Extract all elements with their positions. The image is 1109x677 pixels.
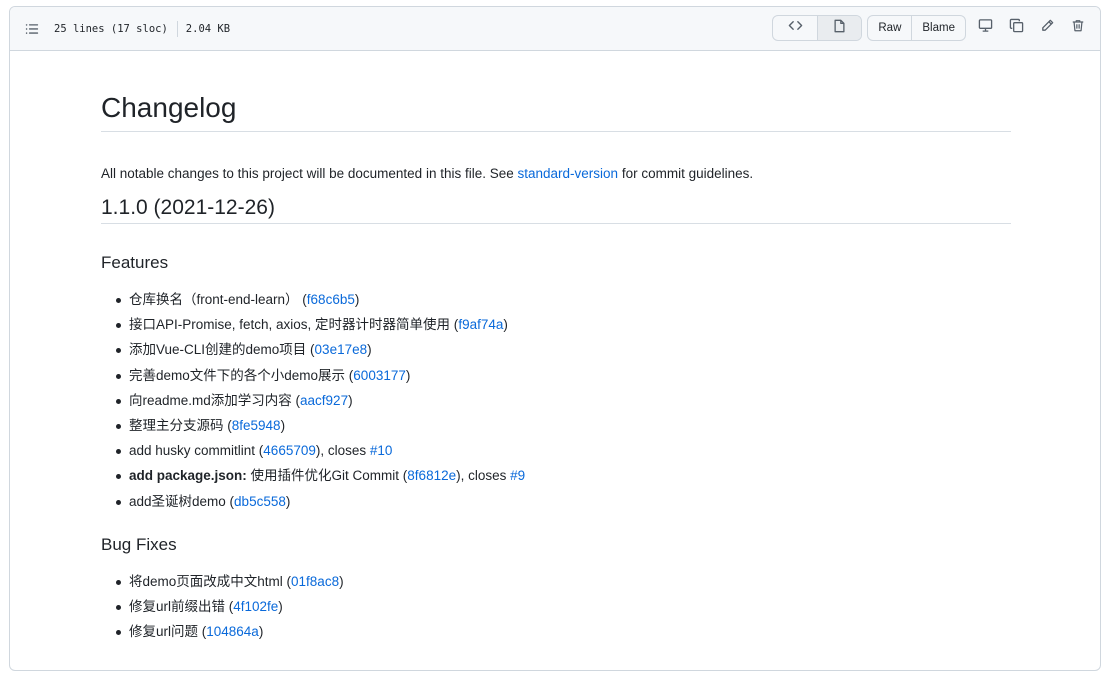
bugfix-text: 修复url前缀出错 ( xyxy=(129,599,234,615)
bullet-icon xyxy=(116,499,121,505)
file-size: 2.04 KB xyxy=(185,22,231,35)
list-item: 修复url前缀出错 (4f102fe) xyxy=(101,594,344,619)
closes-text: ), closes xyxy=(456,468,511,484)
trash-icon xyxy=(1071,18,1085,38)
bullet-icon xyxy=(116,605,121,611)
display-button[interactable] xyxy=(973,16,997,40)
bullet-icon xyxy=(116,449,121,455)
bullet-icon xyxy=(116,348,121,354)
commit-link[interactable]: db5c558 xyxy=(234,494,286,509)
version-heading: 1.1.0 (2021-12-26) xyxy=(101,196,275,219)
code-view-button[interactable] xyxy=(773,16,817,40)
feature-text: 整理主分支源码 ( xyxy=(129,417,232,433)
list-item: 将demo页面改成中文html (01f8ac8) xyxy=(101,569,344,594)
feature-text: 仓库换名（front-end-learn） ( xyxy=(129,292,307,307)
bugfix-heading: Bug Fixes xyxy=(101,535,177,554)
view-toggle xyxy=(772,15,863,41)
bugfix-text: 将demo页面改成中文html ( xyxy=(129,574,292,589)
commit-link[interactable]: 8f6812e xyxy=(407,468,456,483)
page-title: Changelog xyxy=(101,92,237,123)
file-viewer: 25 lines (17 sloc) 2.04 KB Raw Blame Cha… xyxy=(9,6,1101,671)
feature-text: add圣诞树demo ( xyxy=(129,493,235,509)
commit-link[interactable]: 104864a xyxy=(206,624,259,639)
list-item: 添加Vue-CLI创建的demo项目 (03e17e8) xyxy=(101,337,525,362)
standard-version-link[interactable]: standard-version xyxy=(518,166,619,181)
list-item: 完善demo文件下的各个小demo展示 (6003177) xyxy=(101,363,525,388)
version-divider xyxy=(101,223,1011,224)
raw-button[interactable]: Raw xyxy=(868,16,911,40)
list-item: 向readme.md添加学习内容 (aacf927) xyxy=(101,388,525,413)
commit-link[interactable]: f68c6b5 xyxy=(307,292,355,307)
delete-button[interactable] xyxy=(1066,16,1090,40)
blame-button[interactable]: Blame xyxy=(911,16,965,40)
desktop-icon xyxy=(978,18,993,38)
raw-blame-group: Raw Blame xyxy=(867,15,966,41)
bugfix-list: 将demo页面改成中文html (01f8ac8) 修复url前缀出错 (4f10… xyxy=(101,569,344,645)
issue-link[interactable]: #9 xyxy=(510,468,525,483)
line-count: 25 lines (17 sloc) xyxy=(54,22,168,35)
bullet-icon xyxy=(116,630,121,636)
bullet-icon xyxy=(116,373,121,379)
features-heading: Features xyxy=(101,253,169,272)
list-unordered-icon[interactable] xyxy=(24,21,40,37)
list-item: add圣诞树demo (db5c558) xyxy=(101,489,525,514)
bullet-icon xyxy=(116,323,121,329)
feature-text: 接口API-Promise, fetch, axios, 定时器计时器简单使用 … xyxy=(129,317,459,333)
copy-icon xyxy=(1009,18,1024,38)
commit-link[interactable]: aacf927 xyxy=(300,393,348,408)
bullet-icon xyxy=(116,423,121,429)
bullet-icon xyxy=(116,580,121,585)
commit-link[interactable]: 4665709 xyxy=(263,443,316,458)
feature-scope: add package.json: xyxy=(129,468,247,484)
bullet-icon xyxy=(116,398,121,404)
bugfix-text: 修复url问题 ( xyxy=(129,624,207,640)
pencil-icon xyxy=(1040,18,1055,38)
commit-link[interactable]: 03e17e8 xyxy=(315,342,368,357)
feature-text: 完善demo文件下的各个小demo展示 ( xyxy=(129,367,354,383)
list-item: 接口API-Promise, fetch, axios, 定时器计时器简单使用 … xyxy=(101,312,525,337)
list-item: add husky commitlint (4665709), closes #… xyxy=(101,438,525,463)
file-header: 25 lines (17 sloc) 2.04 KB Raw Blame xyxy=(10,7,1100,51)
commit-link[interactable]: 8fe5948 xyxy=(232,418,281,433)
copy-button[interactable] xyxy=(1004,16,1028,40)
title-divider xyxy=(101,131,1011,132)
feature-text: 添加Vue-CLI创建的demo项目 ( xyxy=(129,342,315,358)
intro-paragraph: All notable changes to this project will… xyxy=(101,165,754,181)
commit-link[interactable]: f9af74a xyxy=(458,317,503,332)
list-item: 整理主分支源码 (8fe5948) xyxy=(101,413,525,438)
feature-text: 向readme.md添加学习内容 ( xyxy=(129,392,301,408)
bullet-icon xyxy=(116,474,121,480)
divider xyxy=(176,20,178,37)
file-icon xyxy=(833,19,846,38)
commit-link[interactable]: 6003177 xyxy=(353,368,406,383)
preview-button[interactable] xyxy=(817,16,862,40)
commit-link[interactable]: 4f102fe xyxy=(233,599,278,614)
code-icon xyxy=(788,18,803,38)
edit-button[interactable] xyxy=(1035,16,1059,40)
list-item: 仓库换名（front-end-learn） (f68c6b5) xyxy=(101,287,525,312)
list-item: add package.json: 使用插件优化Git Commit (8f68… xyxy=(101,463,525,488)
commit-link[interactable]: 01f8ac8 xyxy=(291,574,339,589)
features-list: 仓库换名（front-end-learn） (f68c6b5) 接口API-Pro… xyxy=(101,287,525,514)
bullet-icon xyxy=(116,298,121,303)
feature-text: 使用插件优化Git Commit ( xyxy=(246,468,408,484)
list-item: 修复url问题 (104864a) xyxy=(101,619,344,644)
feature-text: add husky commitlint ( xyxy=(129,443,264,459)
closes-text: ), closes xyxy=(315,443,370,459)
issue-link[interactable]: #10 xyxy=(370,443,393,458)
